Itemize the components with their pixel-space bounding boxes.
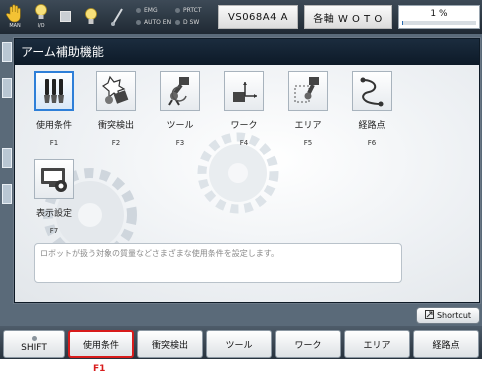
description-box: ロボットが扱う対象の質量などさまざまな使用条件を設定します。	[34, 243, 402, 283]
function-key-bar: SHIFT 使用条件 衝突検出 ツール ワーク エリア 経路点	[0, 326, 482, 359]
teach-pendant-pen-icon	[110, 7, 124, 31]
func-display-settings[interactable]: 表示設定 F7	[27, 159, 81, 235]
speed-value: 1 %	[430, 9, 448, 19]
collision-icon	[96, 71, 136, 111]
func-area[interactable]: エリア F5	[281, 71, 335, 147]
status-bar: MAN I/O EMG PRTCT AUTO EN D SW VS068A4 A…	[0, 0, 482, 34]
stop-square-icon	[60, 11, 71, 22]
work-icon	[224, 71, 264, 111]
lamp-prtct: PRTCT	[175, 7, 202, 15]
f1-callout-label: F1	[93, 364, 106, 374]
shortcut-label: Shortcut	[436, 311, 472, 320]
lamp-emg: EMG	[136, 7, 158, 15]
lamp-bulb-icon	[84, 6, 98, 32]
func-work[interactable]: ワーク F4	[217, 71, 271, 147]
shift-key[interactable]: SHIFT	[3, 330, 65, 358]
io-indicator: I/O	[30, 3, 52, 31]
manual-mode-indicator: MAN	[4, 3, 26, 31]
func-tool[interactable]: ツール F3	[153, 71, 207, 147]
io-bulb-icon	[30, 3, 52, 23]
func-path-point[interactable]: 経路点 F6	[345, 71, 399, 147]
arm-assist-dialog: アーム補助機能 使用条件 F1 衝突検出 F2 ツール F3 ワーク F4 エリ…	[14, 38, 480, 303]
speed-bar-fill	[402, 21, 404, 25]
lamp-dsw: D SW	[175, 19, 199, 27]
fkey-f3[interactable]: ツール	[206, 330, 272, 358]
shortcut-button[interactable]: Shortcut	[416, 307, 480, 324]
side-tab[interactable]	[2, 148, 12, 168]
grippers-icon	[34, 71, 74, 111]
dialog-title: アーム補助機能	[15, 39, 479, 65]
path-point-icon	[352, 71, 392, 111]
speed-indicator[interactable]: 1 %	[398, 5, 480, 29]
hand-icon	[4, 3, 26, 23]
side-tab[interactable]	[2, 42, 12, 62]
func-collision-detection[interactable]: 衝突検出 F2	[89, 71, 143, 147]
shortcut-icon	[424, 310, 434, 321]
lamp-auto-en: AUTO EN	[136, 19, 171, 27]
fkey-f5[interactable]: エリア	[344, 330, 410, 358]
fkey-f2[interactable]: 衝突検出	[137, 330, 203, 358]
area-icon	[288, 71, 328, 111]
fkey-f4[interactable]: ワーク	[275, 330, 341, 358]
dialog-body: 使用条件 F1 衝突検出 F2 ツール F3 ワーク F4 エリア F5 経路点…	[15, 65, 479, 302]
side-tab[interactable]	[2, 78, 12, 98]
fkey-f6[interactable]: 経路点	[413, 330, 479, 358]
display-settings-icon	[34, 159, 74, 199]
io-label: I/O	[37, 23, 45, 29]
axis-mode-button[interactable]: 各軸 W O T O	[304, 5, 392, 29]
side-tab[interactable]	[2, 184, 12, 204]
func-usage-conditions[interactable]: 使用条件 F1	[27, 71, 81, 147]
robot-model-button[interactable]: VS068A4 A	[218, 5, 298, 29]
shift-lamp-icon	[31, 335, 37, 341]
fkey-f1[interactable]: 使用条件	[68, 330, 134, 358]
speed-bar	[402, 21, 476, 25]
man-label: MAN	[9, 23, 21, 29]
tool-icon	[160, 71, 200, 111]
